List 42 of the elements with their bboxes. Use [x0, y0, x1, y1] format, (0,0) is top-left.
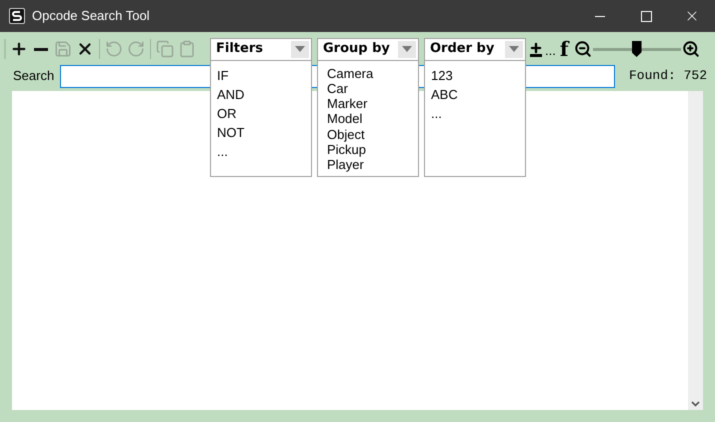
dropdown-option[interactable]: Player — [318, 157, 418, 173]
found-count: Found: 752 — [628, 67, 707, 86]
zoom-slider[interactable] — [593, 39, 682, 59]
dropdown-option[interactable]: NOT — [211, 122, 311, 142]
chevron-down-icon[interactable] — [691, 401, 700, 407]
search-label: Search — [13, 67, 54, 86]
dropdown[interactable]: Order by — [424, 38, 526, 60]
more-button[interactable]: ... — [545, 40, 556, 60]
dropdown-option[interactable]: Object — [318, 126, 418, 142]
redo-icon — [127, 40, 145, 58]
dropdown-option[interactable]: Car — [318, 80, 418, 96]
slider-thumb[interactable] — [632, 41, 642, 57]
caret-icon — [398, 40, 416, 58]
scrollbar[interactable] — [688, 91, 703, 410]
dropdown-option[interactable]: AND — [211, 84, 311, 104]
dropdown[interactable]: Filters — [210, 38, 312, 60]
caret-icon — [505, 40, 523, 58]
dropdown-option[interactable]: 123 — [425, 66, 525, 84]
dropdown-option[interactable]: Marker — [318, 96, 418, 112]
font-button[interactable]: f — [560, 39, 568, 59]
save-icon — [54, 40, 72, 58]
zoom-in-icon[interactable] — [682, 40, 700, 58]
dropdown[interactable]: Group by — [317, 38, 419, 60]
plus-icon — [10, 40, 28, 58]
window-title: Opcode Search Tool — [32, 7, 150, 26]
dropdown-option[interactable]: Pickup — [318, 142, 418, 158]
zoom-out-icon[interactable] — [574, 40, 592, 58]
dropdown-option[interactable]: ABC — [425, 84, 525, 104]
copy-icon — [156, 40, 174, 58]
paste-icon — [178, 40, 196, 58]
app-logo-icon — [9, 8, 25, 24]
dropdown-option[interactable]: IF — [211, 66, 311, 84]
dropdown-option[interactable]: Model — [318, 111, 418, 127]
minus-icon — [34, 48, 48, 50]
undo-icon — [105, 40, 123, 58]
dropdown-option[interactable]: ... — [425, 104, 525, 122]
caret-icon — [291, 40, 309, 58]
plus-minus-icon[interactable] — [530, 41, 542, 57]
dropdown-option[interactable]: ... — [211, 142, 311, 160]
maximize-icon — [640, 10, 652, 22]
dropdown-option[interactable]: Camera — [318, 66, 418, 81]
dropdown-option[interactable]: OR — [211, 104, 311, 122]
